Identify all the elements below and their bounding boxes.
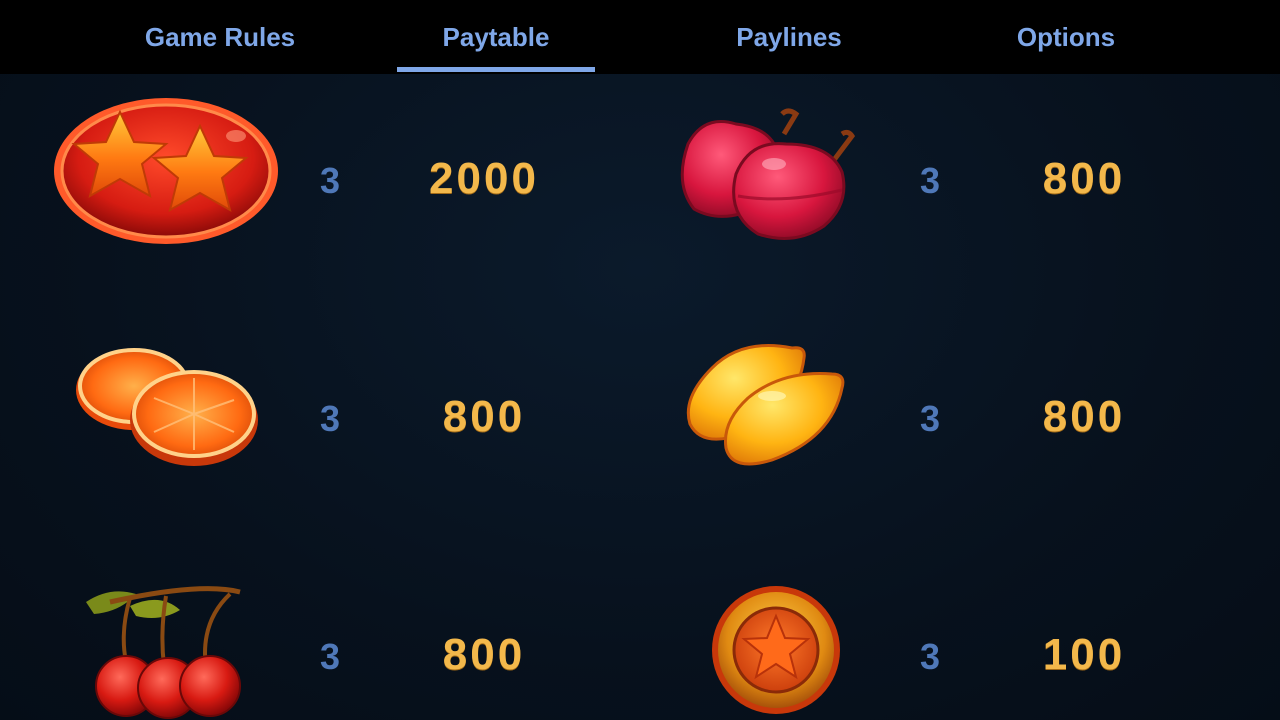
symbol-payout: 2000	[429, 154, 539, 203]
symbol-count: 3	[919, 398, 941, 439]
symbol-payout: 100	[1042, 630, 1126, 679]
symbol-count: 3	[319, 398, 341, 439]
tab-label: Game Rules	[144, 21, 296, 52]
tab-options[interactable]: Options	[966, 0, 1166, 74]
double-star-icon	[54, 98, 278, 244]
star-coin-icon	[712, 586, 840, 714]
tab-label: Paytable	[442, 21, 550, 52]
tab-game-rules[interactable]: Game Rules	[120, 0, 320, 74]
cherry-icon	[86, 586, 241, 719]
plum-icon	[680, 108, 856, 240]
symbol-count: 3	[319, 160, 341, 201]
orange-icon	[76, 348, 258, 466]
active-tab-underline	[397, 67, 595, 72]
symbol-count: 3	[919, 160, 941, 201]
symbol-payout: 800	[1042, 392, 1126, 441]
symbol-payout: 800	[1042, 154, 1126, 203]
tab-label: Options	[1016, 21, 1116, 52]
lemon-icon	[686, 344, 845, 466]
symbol-payout: 800	[442, 630, 526, 679]
tab-bar: Game Rules Paytable Paylines Options	[0, 0, 1280, 74]
symbol-payout: 800	[442, 392, 526, 441]
symbol-count: 3	[919, 636, 941, 677]
tab-paylines[interactable]: Paylines	[690, 0, 888, 74]
paytable-panel: 3 2000 3 800 3 800 3 800 3 800 3 100	[0, 74, 1280, 720]
tab-label: Paylines	[736, 21, 842, 52]
symbol-count: 3	[319, 636, 341, 677]
tab-paytable[interactable]: Paytable	[397, 0, 595, 74]
